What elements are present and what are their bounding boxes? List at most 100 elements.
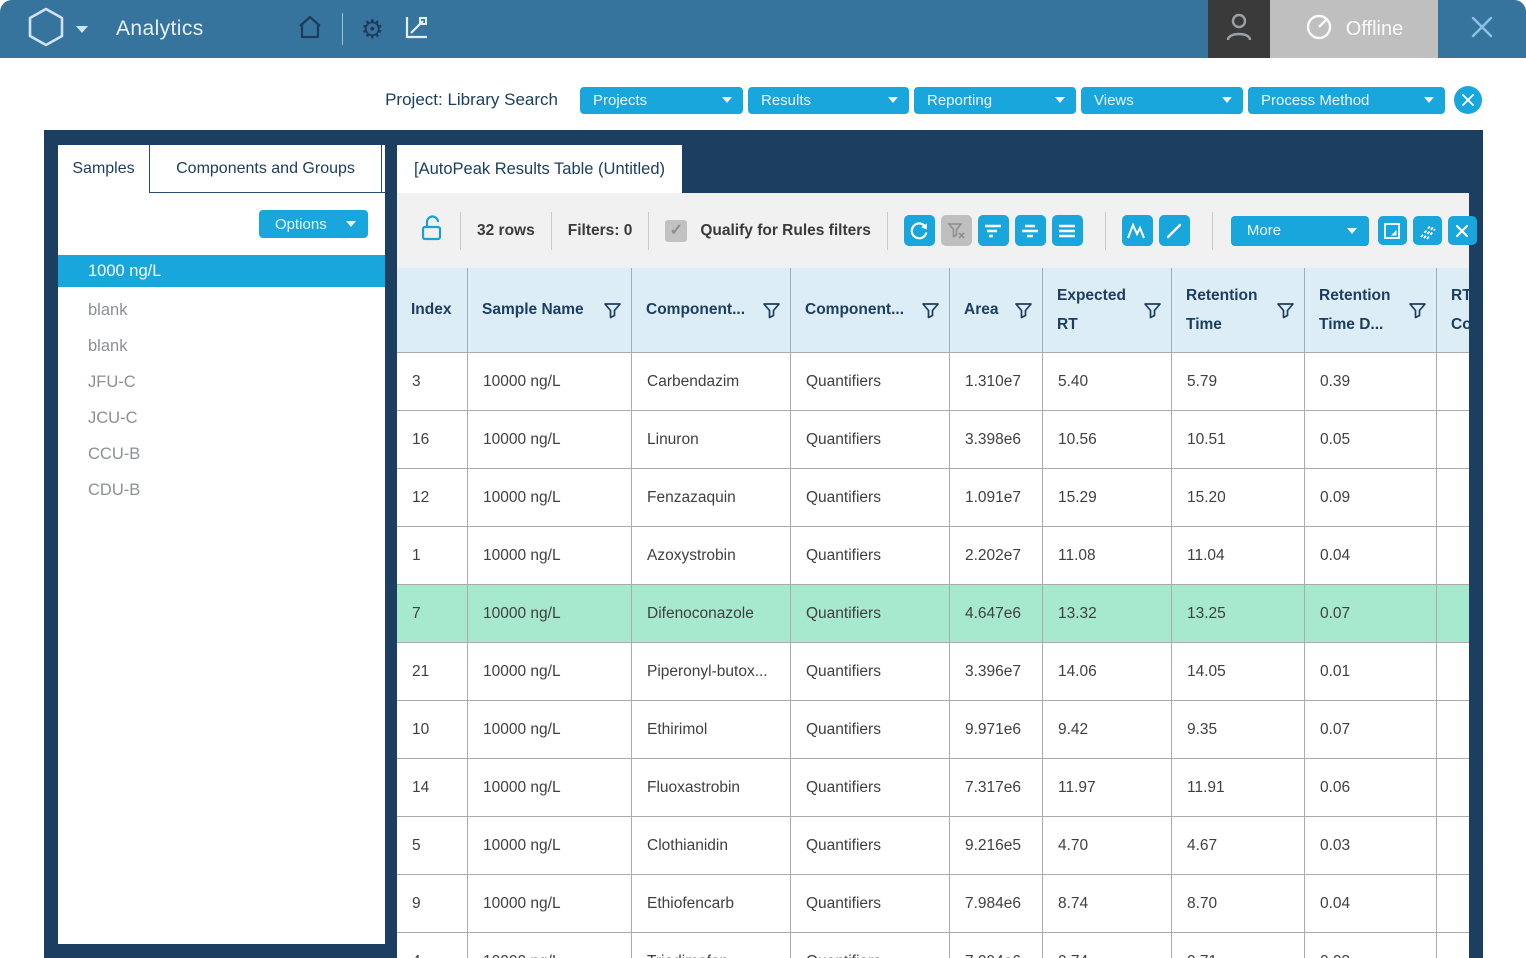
filter-funnel-icon[interactable] (602, 300, 623, 321)
cell[interactable]: Fenzazaquin (632, 469, 791, 526)
qualify-rules-checkbox[interactable]: ✓ (665, 220, 687, 242)
table-row[interactable]: 710000 ng/LDifenoconazoleQuantifiers4.64… (397, 585, 1469, 643)
cell[interactable]: 4 (397, 933, 468, 958)
cell[interactable]: Quantifiers (791, 643, 950, 700)
cell[interactable]: 0.03 (1305, 817, 1437, 874)
gear-icon[interactable]: ⚙ (361, 16, 384, 42)
cell[interactable]: Ethirimol (632, 701, 791, 758)
table-row[interactable]: 910000 ng/LEthiofencarbQuantifiers7.984e… (397, 875, 1469, 933)
cell[interactable]: Carbendazim (632, 353, 791, 410)
cell[interactable]: 0.09 (1305, 469, 1437, 526)
cell[interactable] (1437, 353, 1469, 410)
cell[interactable]: 10000 ng/L (468, 585, 632, 642)
cell[interactable]: Azoxystrobin (632, 527, 791, 584)
cell[interactable]: 16 (397, 411, 468, 468)
user-account-button[interactable] (1208, 0, 1270, 58)
cell[interactable]: 4.67 (1172, 817, 1305, 874)
cell[interactable]: 15.29 (1043, 469, 1172, 526)
cell[interactable]: 4.70 (1043, 817, 1172, 874)
cell[interactable]: Quantifiers (791, 585, 950, 642)
cell[interactable]: 10.56 (1043, 411, 1172, 468)
cell[interactable]: 15.20 (1172, 469, 1305, 526)
cell[interactable]: Quantifiers (791, 469, 950, 526)
unlock-icon[interactable] (420, 214, 444, 247)
cell[interactable]: 8.74 (1043, 875, 1172, 932)
cell[interactable]: 3 (397, 353, 468, 410)
calibration-chart-icon[interactable] (402, 13, 430, 46)
workspace-close-button[interactable] (1454, 86, 1482, 114)
slope-tool-button[interactable] (1159, 215, 1190, 246)
cell[interactable]: 10000 ng/L (468, 701, 632, 758)
cell[interactable]: 5 (397, 817, 468, 874)
sample-list-item[interactable]: JCU-C (58, 400, 385, 436)
overlay-traces-button[interactable] (1413, 216, 1442, 245)
column-header-6[interactable]: Retention Time (1172, 268, 1305, 352)
cell[interactable]: 4.647e6 (950, 585, 1043, 642)
tab-samples[interactable]: Samples (58, 145, 150, 193)
cell[interactable]: 10000 ng/L (468, 411, 632, 468)
cell[interactable]: 9.971e6 (950, 701, 1043, 758)
column-header-4[interactable]: Area (950, 268, 1043, 352)
cell[interactable]: 0.03 (1305, 933, 1437, 958)
cell[interactable] (1437, 411, 1469, 468)
cell[interactable]: 0.01 (1305, 643, 1437, 700)
cell[interactable] (1437, 817, 1469, 874)
column-header-5[interactable]: Expected RT (1043, 268, 1172, 352)
sample-list-item[interactable]: CDU-B (58, 472, 385, 508)
cell[interactable]: 11.91 (1172, 759, 1305, 816)
cell[interactable]: Piperonyl-butox... (632, 643, 791, 700)
cell[interactable] (1437, 643, 1469, 700)
cell[interactable]: Ethiofencarb (632, 875, 791, 932)
project-menu-results[interactable]: Results (748, 87, 909, 114)
cell[interactable]: 14.06 (1043, 643, 1172, 700)
table-row[interactable]: 1410000 ng/LFluoxastrobinQuantifiers7.31… (397, 759, 1469, 817)
cell[interactable]: 13.25 (1172, 585, 1305, 642)
tab-components-and-groups[interactable]: Components and Groups (150, 145, 382, 193)
sample-list-item[interactable]: 1000 ng/L (58, 255, 385, 287)
cell[interactable]: 0.74 (1043, 933, 1172, 958)
filter-funnel-icon[interactable] (1013, 300, 1034, 321)
cell[interactable]: 11.08 (1043, 527, 1172, 584)
column-header-8[interactable]: RT Co... (1437, 268, 1469, 352)
cell[interactable]: Fluoxastrobin (632, 759, 791, 816)
table-row[interactable]: 510000 ng/LClothianidinQuantifiers9.216e… (397, 817, 1469, 875)
cell[interactable]: 12 (397, 469, 468, 526)
cell[interactable]: 9.35 (1172, 701, 1305, 758)
cell[interactable] (1437, 933, 1469, 958)
cell[interactable]: 1 (397, 527, 468, 584)
show-all-rows-button[interactable] (1052, 215, 1083, 246)
cell[interactable]: 10000 ng/L (468, 643, 632, 700)
cell[interactable]: Quantifiers (791, 875, 950, 932)
cell[interactable] (1437, 585, 1469, 642)
cell[interactable]: 5.79 (1172, 353, 1305, 410)
project-menu-projects[interactable]: Projects (580, 87, 743, 114)
sample-list-item[interactable]: blank (58, 292, 385, 328)
table-row[interactable]: 310000 ng/LCarbendazimQuantifiers1.310e7… (397, 353, 1469, 411)
cell[interactable]: 14.05 (1172, 643, 1305, 700)
cell[interactable]: 10000 ng/L (468, 933, 632, 958)
sample-list-item[interactable]: CCU-B (58, 436, 385, 472)
cell[interactable]: 11.97 (1043, 759, 1172, 816)
cell[interactable]: 0.39 (1305, 353, 1437, 410)
table-row[interactable]: 1210000 ng/LFenzazaquinQuantifiers1.091e… (397, 469, 1469, 527)
column-header-0[interactable]: Index (397, 268, 468, 352)
sample-list-item[interactable]: JFU-C (58, 364, 385, 400)
filter-funnel-icon[interactable] (1142, 300, 1163, 321)
cell[interactable]: 10.51 (1172, 411, 1305, 468)
cell[interactable]: 13.32 (1043, 585, 1172, 642)
cell[interactable]: 1.091e7 (950, 469, 1043, 526)
cell[interactable] (1437, 875, 1469, 932)
align-rows-button[interactable] (1015, 215, 1046, 246)
cell[interactable]: 2.202e7 (950, 527, 1043, 584)
cell[interactable]: 14 (397, 759, 468, 816)
cell[interactable]: 0.06 (1305, 759, 1437, 816)
cell[interactable]: 9.216e5 (950, 817, 1043, 874)
cell[interactable]: 10000 ng/L (468, 353, 632, 410)
cell[interactable]: 0.07 (1305, 701, 1437, 758)
cell[interactable]: 7.094e6 (950, 933, 1043, 958)
app-menu-button[interactable] (28, 7, 88, 52)
cell[interactable] (1437, 527, 1469, 584)
column-header-1[interactable]: Sample Name (468, 268, 632, 352)
cell[interactable]: Difenoconazole (632, 585, 791, 642)
close-pane-button[interactable] (1448, 216, 1477, 245)
